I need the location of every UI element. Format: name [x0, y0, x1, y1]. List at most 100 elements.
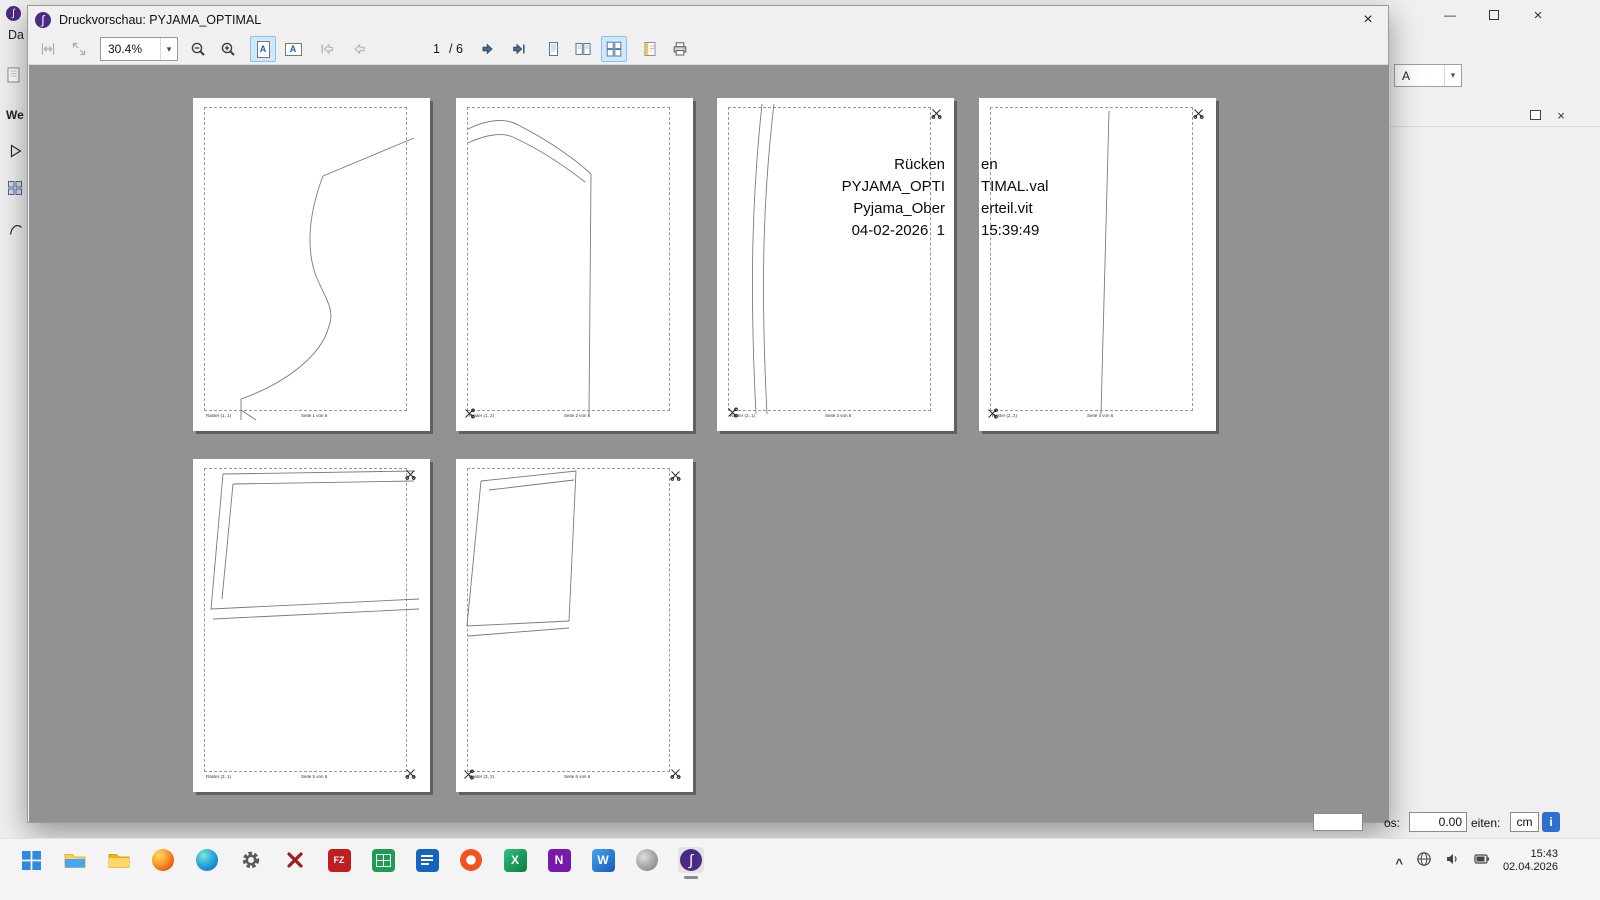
- next-page-button[interactable]: [475, 36, 501, 62]
- statusbar-pos-field[interactable]: 0.00: [1409, 812, 1467, 832]
- pattern-outline: [717, 98, 954, 431]
- tray-expand-chevron[interactable]: ^: [1395, 856, 1403, 871]
- file-explorer-button[interactable]: [62, 847, 88, 873]
- zoom-out-button[interactable]: [185, 36, 211, 62]
- scissors-icon: [670, 766, 681, 777]
- new-document-icon[interactable]: [5, 66, 23, 84]
- page-footer-left: Raster (1, 1): [206, 414, 231, 419]
- scissors-icon: [405, 467, 416, 478]
- battery-icon[interactable]: [1474, 851, 1490, 872]
- page-footer-left: Raster (3, 1): [206, 775, 231, 780]
- onenote-button[interactable]: N: [546, 847, 572, 873]
- taskbar: FZ X N W ∫ ^: [0, 838, 1600, 900]
- red-x-app-button[interactable]: [282, 847, 308, 873]
- landscape-orientation-button[interactable]: A: [280, 36, 306, 62]
- page-footer-left: Raster (2, 1): [730, 414, 755, 419]
- dialog-close-button[interactable]: ×: [1348, 6, 1388, 34]
- start-button[interactable]: [18, 847, 44, 873]
- grid-view-button[interactable]: [601, 36, 627, 62]
- chevron-down-icon[interactable]: ▾: [160, 38, 177, 60]
- grid-view-icon: [606, 41, 622, 57]
- last-page-button[interactable]: [506, 36, 532, 62]
- word-button[interactable]: W: [590, 847, 616, 873]
- page-footer-left: Raster (3, 2): [469, 775, 494, 780]
- dialog-titlebar[interactable]: ∫ Druckvorschau: PYJAMA_OPTIMAL ×: [28, 6, 1388, 34]
- preview-area[interactable]: Raster (1, 1) Seite 1 von 6 Raster (1, 2…: [29, 65, 1389, 822]
- statusbar-unit-field[interactable]: cm: [1510, 812, 1539, 832]
- pattern-file-name-clipped: TIMAL.val: [981, 176, 1049, 198]
- maximize-button[interactable]: [1472, 0, 1516, 30]
- pattern-date-clipped: 04-02-2026 1: [842, 220, 945, 242]
- page-footer-right: Seite 4 von 6: [1087, 414, 1113, 419]
- chevron-down-icon[interactable]: ▾: [1444, 65, 1461, 86]
- zoom-in-button[interactable]: [215, 36, 241, 62]
- menu-file-clipped[interactable]: Da: [8, 28, 24, 42]
- filezilla-button[interactable]: FZ: [326, 847, 352, 873]
- statusbar-pos-label-clipped: os:: [1384, 816, 1400, 830]
- pointer-tool-icon[interactable]: [7, 142, 25, 160]
- statusbar-info-icon[interactable]: i: [1542, 812, 1560, 832]
- blue-lines-app-button[interactable]: [414, 847, 440, 873]
- taskbar-clock[interactable]: 15:43 02.04.2026: [1503, 848, 1558, 874]
- previous-page-button[interactable]: [346, 36, 372, 62]
- font-combobox[interactable]: A ▾: [1394, 64, 1462, 87]
- printer-icon: [672, 41, 688, 57]
- fit-page-button[interactable]: [66, 36, 92, 62]
- pattern-piece-name-clipped: en: [981, 154, 1049, 176]
- statusbar-extra-field[interactable]: [1313, 813, 1363, 831]
- seamly2d-icon-glyph: ∫: [689, 852, 693, 869]
- onenote-icon: N: [548, 849, 571, 872]
- red-x-icon: [286, 851, 304, 869]
- excel-button[interactable]: X: [502, 847, 528, 873]
- main-window-controls: — ×: [1428, 0, 1560, 30]
- system-tray: ^ 15:43 02.04.2026: [1395, 847, 1558, 875]
- gray-circle-app-button[interactable]: [634, 847, 660, 873]
- page-setup-button[interactable]: [637, 36, 663, 62]
- print-button[interactable]: [667, 36, 693, 62]
- portrait-orientation-button[interactable]: A: [250, 36, 276, 62]
- seamly-app-icon: ∫: [35, 12, 51, 28]
- single-page-view-button[interactable]: [540, 36, 566, 62]
- edge-browser-button[interactable]: [194, 847, 220, 873]
- network-globe-icon[interactable]: [1416, 851, 1432, 872]
- previous-page-icon: [351, 41, 367, 57]
- gray-circle-app-icon: [636, 849, 658, 871]
- zoom-level-combobox[interactable]: 30.4% ▾: [100, 37, 178, 61]
- font-combobox-value: A: [1402, 69, 1410, 83]
- green-grid-app-icon: [372, 849, 395, 872]
- statusbar-unit-label-clipped: eiten:: [1471, 816, 1500, 830]
- volume-icon[interactable]: [1445, 851, 1461, 872]
- dock-panel-header: ×: [1390, 103, 1600, 127]
- seamly2d-icon: ∫: [680, 849, 702, 871]
- preview-page-4: en TIMAL.val erteil.vit 15:39:49 Raster …: [979, 98, 1216, 431]
- green-grid-app-button[interactable]: [370, 847, 396, 873]
- pattern-outline: [193, 459, 430, 792]
- first-page-button[interactable]: [314, 36, 340, 62]
- grid-tool-icon[interactable]: [6, 179, 24, 197]
- current-page-input[interactable]: 1: [406, 39, 440, 59]
- folder-app-button[interactable]: [106, 847, 132, 873]
- portrait-page-icon: A: [257, 41, 270, 58]
- pattern-label-block: en TIMAL.val erteil.vit 15:39:49: [981, 154, 1049, 242]
- excel-icon: X: [504, 849, 527, 872]
- taskbar-apps: FZ X N W ∫: [18, 847, 704, 873]
- fit-width-icon: [40, 41, 56, 57]
- facing-pages-view-button[interactable]: [570, 36, 596, 62]
- fit-width-button[interactable]: [35, 36, 61, 62]
- firefox-button[interactable]: [150, 847, 176, 873]
- pattern-time-label: 15:39:49: [981, 220, 1049, 242]
- dock-float-icon[interactable]: [1530, 110, 1541, 120]
- settings-button[interactable]: [238, 847, 264, 873]
- orange-circle-app-button[interactable]: [458, 847, 484, 873]
- single-page-view-icon: [545, 41, 561, 57]
- seamly2d-button-active[interactable]: ∫: [678, 847, 704, 873]
- minimize-button[interactable]: —: [1428, 0, 1472, 30]
- preview-page-1: Raster (1, 1) Seite 1 von 6: [193, 98, 430, 431]
- blue-lines-app-icon: [416, 849, 439, 872]
- word-icon: W: [592, 849, 615, 872]
- next-page-icon: [480, 41, 496, 57]
- preview-page-3: Rücken PYJAMA_OPTI Pyjama_Ober 04-02-202…: [717, 98, 954, 431]
- curve-tool-icon[interactable]: [7, 220, 25, 238]
- main-close-button[interactable]: ×: [1516, 0, 1560, 30]
- dock-close-button[interactable]: ×: [1552, 106, 1570, 124]
